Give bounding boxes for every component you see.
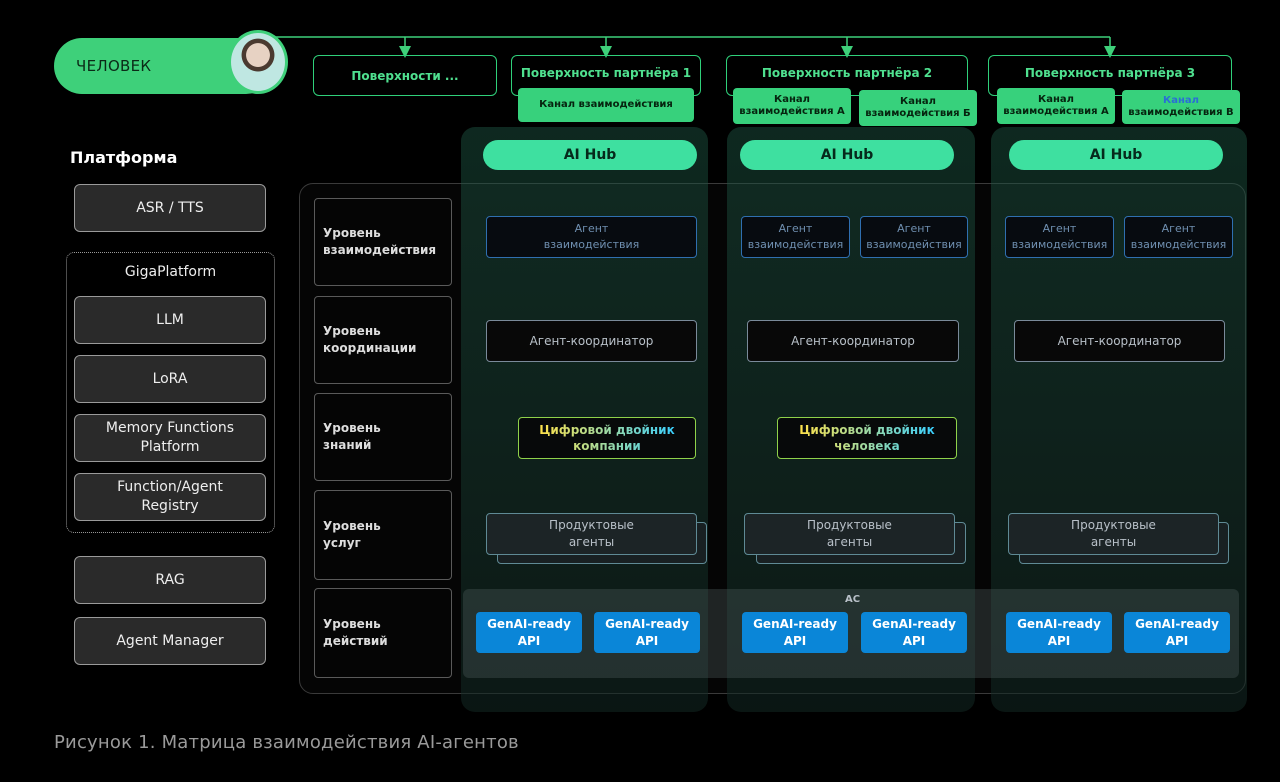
api-label: GenAI-ready API [753,617,837,648]
surface-label: Поверхность партнёра 2 [761,65,933,80]
level-actions: Уровень действий [314,588,452,678]
interaction-agent-3b: Агент взаимодействия [1124,216,1233,258]
digital-twin-company: Цифровой двойник компании [518,417,696,459]
agent-label: Агент взаимодействия [1011,222,1108,251]
agent-manager-box: Agent Manager [74,617,266,665]
api-label: GenAI-ready API [1017,617,1101,648]
agent-label: Агент взаимодействия [866,222,962,251]
coordinator-label: Агент-координатор [791,334,915,348]
agent-label: Агент взаимодействия [543,222,640,251]
rag-box: RAG [74,556,266,604]
channel-label: Канал взаимодействия А [739,93,845,118]
api-label: GenAI-ready API [605,617,689,648]
surface-label: Поверхности ... [351,68,459,83]
genai-api-1b: GenAI-ready API [594,612,700,653]
product-agents-2: Продуктовые агенты [744,513,955,555]
box-label: Agent Manager [116,632,224,649]
hub-label: AI Hub [820,147,874,163]
product-agents-3: Продуктовые агенты [1008,513,1219,555]
interaction-agent-3a: Агент взаимодействия [1005,216,1114,258]
twin-label: Цифровой двойник компании [539,422,675,453]
agent-label: Агент взаимодействия [747,222,844,251]
channel-partner-3-b: Канал взаимодействия В [1122,90,1240,124]
level-label: Уровень координации [323,323,417,355]
channel-partner-2-a: Канал взаимодействия А [733,88,851,124]
surface-label: Поверхность партнёра 1 [520,65,692,80]
hub-label: AI Hub [1089,147,1143,163]
channel-label: Канал взаимодействия Б [865,95,971,120]
platform-title: Платформа [70,148,178,167]
genai-api-1a: GenAI-ready API [476,612,582,653]
api-label: GenAI-ready API [487,617,571,648]
interaction-agent-2a: Агент взаимодействия [741,216,850,258]
human-label: ЧЕЛОВЕК [76,57,152,75]
ac-label: АС [845,594,861,605]
coordinator-agent-3: Агент-координатор [1014,320,1225,362]
genai-api-2a: GenAI-ready API [742,612,848,653]
level-knowledge: Уровень знаний [314,393,452,481]
hub-label: AI Hub [563,147,617,163]
ai-hub-1: AI Hub [483,140,697,170]
coordinator-agent-2: Агент-координатор [747,320,959,362]
level-label: Уровень услуг [323,518,381,550]
channel-partner-2-b: Канал взаимодействия Б [859,90,977,126]
coordinator-agent-1: Агент-координатор [486,320,697,362]
genai-api-3b: GenAI-ready API [1124,612,1230,653]
level-label: Уровень взаимодействия [323,225,437,257]
figure-caption: Рисунок 1. Матрица взаимодействия AI-аге… [54,732,519,753]
channel-partner-3-a: Канал взаимодействия А [997,88,1115,124]
coordinator-label: Агент-координатор [1057,334,1182,348]
genai-api-3a: GenAI-ready API [1006,612,1112,653]
gigaplatform-title: GigaPlatform [124,264,217,280]
surface-label: Поверхность партнёра 3 [1024,65,1196,80]
memory-functions-box: Memory Functions Platform [74,414,266,462]
api-label: GenAI-ready API [872,617,956,648]
genai-api-2b: GenAI-ready API [861,612,967,653]
channel-label: взаимодействия В [1128,107,1234,118]
twin-label: Цифровой двойник человека [799,422,935,453]
api-label: GenAI-ready API [1135,617,1219,648]
asr-tts-box: ASR / TTS [74,184,266,232]
interaction-agent-2b: Агент взаимодействия [860,216,968,258]
digital-twin-human: Цифровой двойник человека [777,417,957,459]
channel-partner-1: Канал взаимодействия [518,88,694,122]
level-interaction: Уровень взаимодействия [314,198,452,286]
level-label: Уровень действий [323,616,388,648]
channel-label: Канал взаимодействия А [1003,93,1109,118]
channel-label: Канал взаимодействия [539,98,673,110]
agent-label: Агент взаимодействия [1130,222,1227,251]
box-label: LLM [156,311,184,328]
box-label: Function/Agent Registry [117,479,223,514]
level-coordination: Уровень координации [314,296,452,384]
product-label: Продуктовые агенты [807,517,892,549]
channel-label-highlight: Канал [1163,94,1199,106]
llm-box: LLM [74,296,266,344]
interaction-agent-1: Агент взаимодействия [486,216,697,258]
coordinator-label: Агент-координатор [529,334,654,348]
ai-hub-3: AI Hub [1009,140,1223,170]
product-label: Продуктовые агенты [1071,517,1156,549]
surface-others: Поверхности ... [313,55,497,96]
box-label: Memory Functions Platform [105,420,235,455]
box-label: RAG [155,571,185,588]
ai-hub-2: AI Hub [740,140,954,170]
product-agents-1: Продуктовые агенты [486,513,697,555]
human-avatar [228,30,288,94]
product-label: Продуктовые агенты [549,517,634,549]
box-label: ASR / TTS [136,199,204,216]
function-agent-registry-box: Function/Agent Registry [74,473,266,521]
lora-box: LoRA [74,355,266,403]
level-label: Уровень знаний [323,420,381,452]
box-label: LoRA [152,370,188,387]
level-services: Уровень услуг [314,490,452,580]
